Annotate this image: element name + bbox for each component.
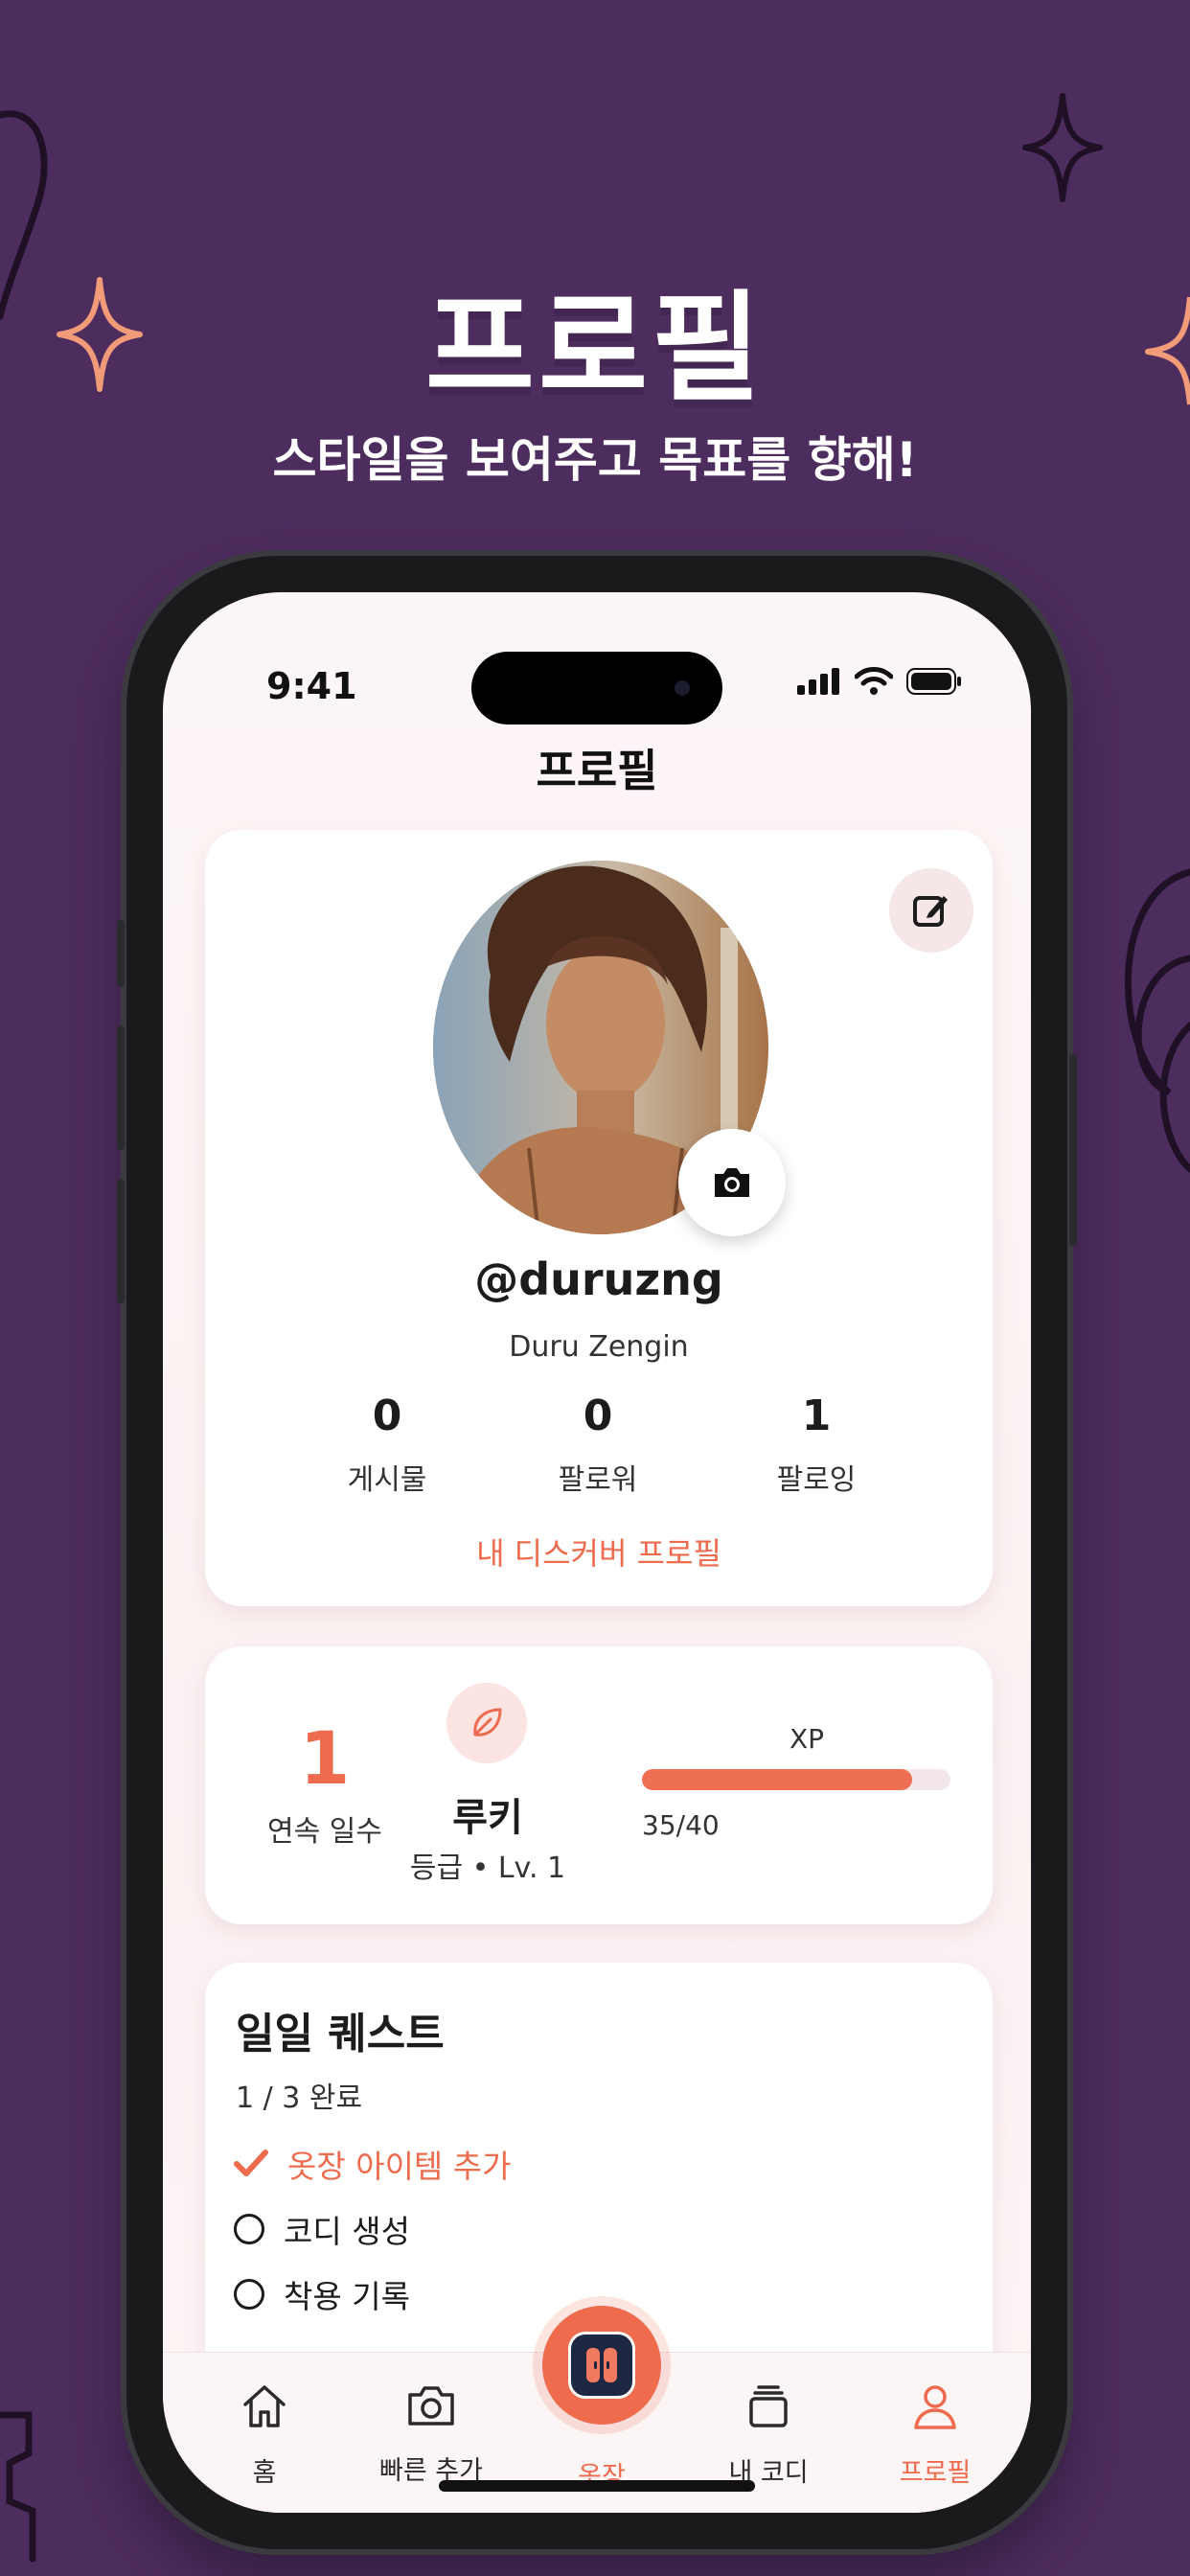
phone-side-button [117,920,125,987]
stat-value: 1 [801,1392,832,1440]
quest-item[interactable]: 착용 기록 [234,2271,410,2317]
status-icons [797,667,962,696]
quest-item[interactable]: 옷장 아이템 추가 [234,2141,512,2187]
scribble-icon [0,2411,36,2563]
unchecked-circle-icon [234,2214,264,2244]
stat-value: 0 [372,1392,402,1440]
promo-title: 프로필 [424,280,766,418]
stat-label: 팔로워 [558,1463,638,1497]
camera-icon [715,1168,749,1197]
phone-side-button [117,1025,125,1150]
tab-label: 프로필 [899,2458,972,2488]
rank-badge [446,1683,527,1763]
home-icon [243,2385,286,2427]
status-time: 9:41 [266,665,357,707]
stat-value: 0 [583,1392,613,1440]
quest-label: 코디 생성 [284,2213,410,2250]
signal-icon [797,668,839,695]
username: @duruzng [474,1254,723,1305]
dynamic-island [471,652,722,724]
camera-icon [408,2386,454,2426]
edit-profile-button[interactable] [889,868,973,953]
wardrobe-icon [568,2332,635,2399]
promo-subtitle: 스타일을 보여주고 목표를 향해! [272,432,918,488]
tab-label: 홈 [252,2458,277,2488]
tab-home[interactable]: 홈 [188,2381,341,2489]
front-camera [675,680,690,696]
xp-progress-bar [642,1769,950,1790]
tab-quick-add[interactable]: 빠른 추가 [355,2381,508,2487]
page-title: 프로필 [536,745,658,796]
app-screen: 9:41 프로필 @duruzng Duru Zengin 0 게시물 0 팔로… [163,592,1031,2513]
quest-item[interactable]: 코디 생성 [234,2206,410,2252]
xp-progress-fill [642,1769,912,1790]
stat-label: 게시물 [347,1463,427,1497]
stat-posts[interactable]: 0 게시물 [282,1392,492,1498]
rank-level: 등급 • Lv. 1 [409,1852,566,1885]
person-icon [914,2385,956,2429]
stat-label: 팔로잉 [776,1463,857,1497]
leaf-icon [473,1708,502,1736]
progress-card: 1 연속 일수 루키 등급 • Lv. 1 XP 35/40 [205,1646,993,1924]
wifi-icon [855,667,893,695]
unchecked-circle-icon [234,2279,264,2310]
xp-label: XP [790,1723,825,1755]
scribble-icon [1124,868,1190,1173]
edit-icon [913,896,948,927]
tab-my-outfits[interactable]: 내 코디 [692,2381,845,2489]
discover-profile-link[interactable]: 내 디스커버 프로필 [205,1530,993,1574]
sparkle-icon [1022,93,1103,202]
phone-frame: 9:41 프로필 @duruzng Duru Zengin 0 게시물 0 팔로… [117,556,1077,2549]
quest-label: 옷장 아이템 추가 [287,2148,512,2185]
rank-name: 루키 [452,1796,523,1840]
home-indicator [439,2480,755,2492]
wardrobe-doors-icon [586,2348,617,2382]
phone-side-button [117,1179,125,1303]
xp-value: 35/40 [642,1809,720,1841]
phone-side-button [1069,1054,1077,1246]
change-photo-button[interactable] [678,1129,786,1236]
quests-progress: 1 / 3 완료 [236,2082,363,2115]
profile-card: @duruzng Duru Zengin 0 게시물 0 팔로워 1 팔로잉 내… [205,830,993,1606]
battery-icon [906,668,961,695]
check-icon [234,2150,268,2176]
tab-profile[interactable]: 프로필 [858,2381,1012,2489]
outfits-icon [749,2385,788,2427]
stat-followers[interactable]: 0 팔로워 [492,1392,703,1498]
quests-title: 일일 퀘스트 [236,2010,445,2058]
tab-wardrobe[interactable] [542,2306,661,2425]
stat-following[interactable]: 1 팔로잉 [711,1392,922,1498]
display-name: Duru Zengin [509,1330,689,1364]
quest-label: 착용 기록 [284,2278,410,2315]
